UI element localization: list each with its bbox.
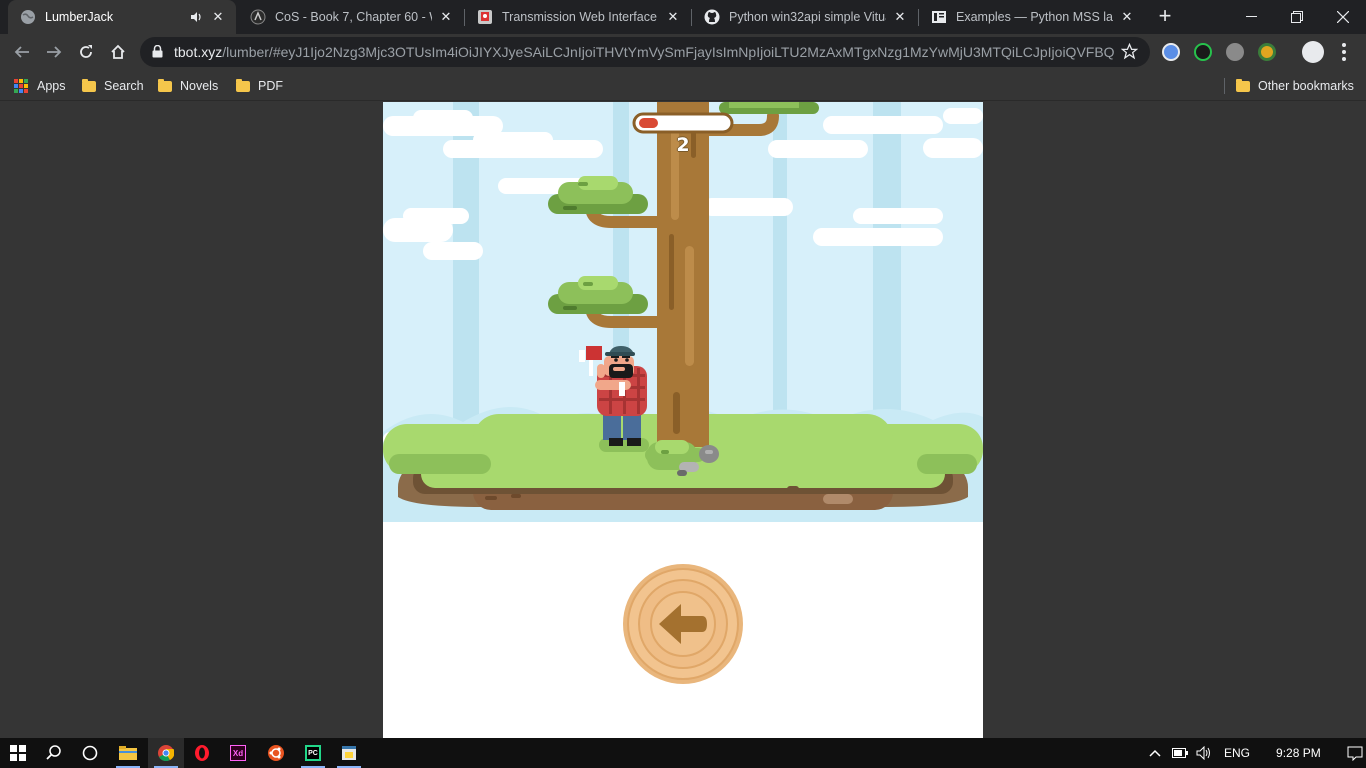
tab-cos-book[interactable]: CoS - Book 7, Chapter 60 - Wu ✕ [238, 0, 464, 34]
new-tab-button[interactable]: + [1152, 4, 1178, 30]
opera-button[interactable] [184, 738, 220, 768]
restore-button[interactable] [1274, 0, 1320, 34]
windows-logo-icon [10, 745, 26, 761]
tab-lumberjack[interactable]: LumberJack ✕ [8, 0, 236, 34]
folder-icon [82, 78, 96, 92]
game-canvas[interactable]: 2 [383, 102, 983, 738]
bookmark-novels[interactable]: Novels [158, 76, 218, 96]
bookmarks-divider [1224, 78, 1225, 94]
docs-icon [931, 9, 947, 25]
chrome-button[interactable] [148, 738, 184, 768]
globe-icon [20, 9, 36, 25]
search-icon [46, 745, 61, 760]
adobe-xd-button[interactable]: Xd [220, 738, 256, 768]
chevron-up-icon[interactable] [1148, 749, 1162, 757]
arrow-right-icon [47, 46, 62, 58]
page-content: 2 [0, 102, 1366, 738]
lock-icon[interactable] [152, 44, 163, 63]
back-button[interactable] [8, 38, 36, 66]
sound-extension-icon[interactable] [1194, 43, 1212, 61]
close-icon[interactable]: ✕ [210, 9, 226, 25]
apps-grid-icon [14, 79, 28, 93]
bookmark-search[interactable]: Search [82, 76, 144, 96]
tab-python-win32api[interactable]: Python win32api simple Vitual ✕ [692, 0, 918, 34]
timer-bar [632, 112, 734, 134]
reload-button[interactable] [72, 38, 100, 66]
volume-icon[interactable] [1196, 746, 1212, 760]
minimize-button[interactable] [1228, 0, 1274, 34]
battery-icon[interactable] [1172, 748, 1188, 758]
ubuntu-button[interactable] [258, 738, 294, 768]
transmission-icon [477, 9, 493, 25]
cortana-icon [82, 745, 98, 761]
notifications-icon[interactable] [1347, 745, 1363, 761]
bookmark-pdf[interactable]: PDF [236, 76, 283, 96]
tab-title: Examples — Python MSS lates [956, 10, 1113, 24]
bookmark-star-icon[interactable] [1120, 42, 1139, 65]
tab-strip: LumberJack ✕ CoS - Book 7, Chapter 60 - … [0, 0, 1366, 34]
python-idle-button[interactable] [331, 738, 367, 768]
score-counter: 2 [676, 134, 690, 156]
close-icon[interactable]: ✕ [665, 9, 681, 25]
folder-icon [236, 78, 250, 92]
tab-title: Transmission Web Interface [502, 10, 657, 24]
folder-icon [1236, 78, 1250, 92]
bookmark-apps[interactable]: Apps [14, 76, 66, 96]
github-icon [704, 9, 720, 25]
tab-title: CoS - Book 7, Chapter 60 - Wu [275, 10, 432, 24]
python-window-icon [342, 746, 356, 760]
pycharm-icon: PC [305, 745, 321, 761]
home-button[interactable] [104, 38, 132, 66]
ubuntu-icon [268, 745, 284, 761]
folder-icon [158, 78, 172, 92]
language-indicator[interactable]: ENG [1224, 746, 1250, 760]
forward-button[interactable] [40, 38, 68, 66]
pycharm-button[interactable]: PC [295, 738, 331, 768]
search-button[interactable] [36, 738, 72, 768]
url-text[interactable]: tbot.xyz/lumber/#eyJ1Ijo2Nzg3Mjc3OTUsIm4… [174, 44, 1114, 60]
clock[interactable]: 9:28 PM [1276, 746, 1321, 760]
adobe-xd-icon: Xd [230, 745, 246, 761]
bookmarks-bar: Apps Search Novels PDF Other bookmarks [0, 70, 1366, 101]
windows-taskbar: Xd PC ENG 9:28 PM [0, 738, 1366, 768]
opera-icon [195, 745, 209, 761]
cortana-button[interactable] [72, 738, 108, 768]
close-icon[interactable]: ✕ [1119, 9, 1135, 25]
chop-left-button[interactable] [622, 563, 744, 685]
bookmark-other[interactable]: Other bookmarks [1236, 76, 1354, 96]
tab-title: LumberJack [45, 10, 114, 24]
address-bar[interactable]: tbot.xyz/lumber/#eyJ1Ijo2Nzg3Mjc3OTUsIm4… [140, 37, 1150, 67]
tab-title: Python win32api simple Vitual [729, 10, 886, 24]
file-explorer-button[interactable] [110, 738, 146, 768]
reload-icon [80, 45, 92, 58]
timer-fill [639, 118, 658, 128]
browser-toolbar: tbot.xyz/lumber/#eyJ1Ijo2Nzg3Mjc3OTUsIm4… [0, 34, 1366, 70]
close-window-button[interactable] [1320, 0, 1366, 34]
site-logo-icon [250, 9, 266, 25]
profile-avatar[interactable] [1302, 41, 1324, 63]
tab-python-mss[interactable]: Examples — Python MSS lates ✕ [919, 0, 1145, 34]
close-icon[interactable]: ✕ [892, 9, 908, 25]
extension-icon[interactable] [1258, 43, 1276, 61]
menu-icon[interactable] [1342, 43, 1346, 61]
arrow-left-icon [14, 46, 29, 58]
speaker-icon[interactable] [188, 9, 204, 25]
folder-icon [119, 746, 137, 760]
close-icon[interactable]: ✕ [438, 9, 454, 25]
chrome-icon [158, 745, 174, 761]
extension-icon[interactable] [1226, 43, 1244, 61]
tab-transmission[interactable]: Transmission Web Interface ✕ [465, 0, 691, 34]
system-tray: ENG 9:28 PM [1148, 738, 1363, 768]
extension-icon[interactable] [1162, 43, 1180, 61]
start-button[interactable] [0, 738, 36, 768]
home-icon [111, 44, 125, 59]
